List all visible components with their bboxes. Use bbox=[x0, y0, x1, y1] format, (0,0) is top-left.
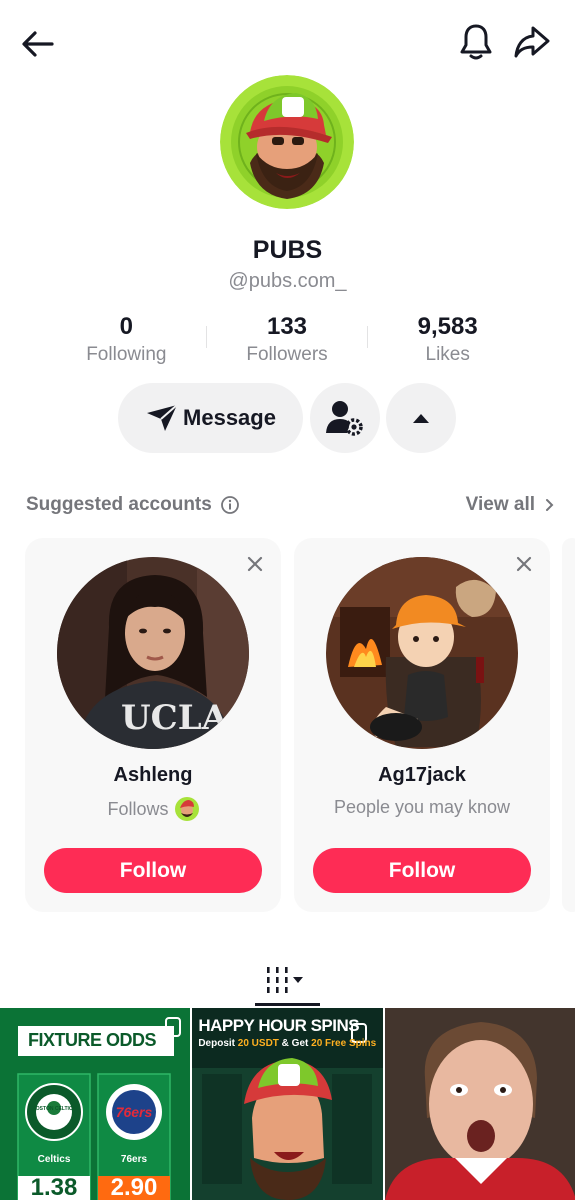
stat-following-value: 0 bbox=[119, 313, 134, 340]
sub-mid: & Get bbox=[278, 1038, 312, 1049]
back-button[interactable] bbox=[16, 22, 60, 66]
suggested-account-avatar[interactable]: UCLA bbox=[57, 557, 249, 749]
video-subline: Deposit 20 USDT & Get 20 Free Spins bbox=[198, 1038, 382, 1049]
team-a-odds: 1.38 bbox=[30, 1174, 78, 1200]
team-b-logo-text: 76ers bbox=[115, 1104, 153, 1120]
profile-display-name: PUBS bbox=[252, 236, 323, 264]
suggested-account-reason: People you may know bbox=[333, 797, 511, 817]
svg-text:UCLA: UCLA bbox=[121, 698, 229, 738]
team-a-name: Celtics bbox=[37, 1154, 71, 1165]
view-all-link[interactable]: View all bbox=[466, 494, 554, 516]
video-headline: HAPPY HOUR SPINS bbox=[198, 1016, 360, 1035]
follow-button[interactable]: Follow bbox=[313, 848, 531, 893]
share-button[interactable] bbox=[510, 20, 554, 64]
suggested-accounts-header: Suggested accounts View all bbox=[26, 494, 554, 520]
profile-stats: 0 Following 133 Followers 9,583 Likes bbox=[46, 312, 528, 372]
suggested-account-name[interactable]: Ashleng bbox=[25, 764, 281, 787]
profile-handle: @pubs.com_ bbox=[228, 270, 347, 292]
video-thumbnail-image bbox=[192, 1008, 383, 1200]
stat-likes-label: Likes bbox=[425, 344, 470, 365]
video-headline: FIXTURE ODDS bbox=[27, 1030, 157, 1050]
suggested-account-card[interactable]: UCLA Ashleng Follows Follow bbox=[25, 538, 281, 912]
top-bar bbox=[0, 0, 575, 86]
message-button[interactable]: Message bbox=[118, 383, 303, 453]
send-icon bbox=[147, 404, 178, 431]
tab-videos-grid[interactable] bbox=[255, 958, 320, 1004]
view-all-label: View all bbox=[465, 494, 535, 515]
arrow-left-icon bbox=[22, 31, 54, 57]
stat-divider bbox=[367, 326, 368, 348]
more-options-button[interactable] bbox=[386, 383, 456, 453]
pubs-logo-image bbox=[220, 75, 354, 209]
suggested-account-subtitle: Follows bbox=[25, 797, 281, 821]
suggested-account-name[interactable]: Ag17jack bbox=[294, 764, 550, 787]
suggested-account-card[interactable]: Ag17jack People you may know Follow bbox=[294, 538, 550, 912]
video-thumbnail[interactable]: HAPPY HOUR SPINS Deposit 20 USDT & Get 2… bbox=[192, 1008, 383, 1200]
stat-followers-value: 133 bbox=[266, 313, 308, 340]
stat-following[interactable]: 0 Following bbox=[46, 312, 207, 372]
sub-spins: 20 Free Spins bbox=[311, 1038, 377, 1049]
team-a-logo-text: BOSTON CELTICS bbox=[32, 1106, 76, 1112]
bell-icon bbox=[460, 24, 492, 60]
grid-icon bbox=[266, 967, 303, 993]
content-tab-bar bbox=[0, 958, 575, 1008]
chevron-right-icon bbox=[546, 499, 554, 511]
profile-avatar[interactable] bbox=[220, 75, 354, 209]
stat-likes[interactable]: 9,583 Likes bbox=[367, 312, 528, 372]
suggested-account-avatar[interactable] bbox=[326, 557, 518, 749]
add-friend-button[interactable] bbox=[310, 383, 380, 453]
active-tab-indicator bbox=[255, 1003, 320, 1006]
sub-prefix: Deposit bbox=[198, 1038, 238, 1049]
sub-amount: 20 USDT bbox=[237, 1038, 279, 1049]
info-icon[interactable] bbox=[220, 495, 240, 515]
stat-followers[interactable]: 133 Followers bbox=[207, 312, 368, 372]
mutual-follower-avatar bbox=[174, 797, 199, 821]
user-gear-icon bbox=[326, 401, 363, 436]
video-thumbnail-image bbox=[384, 1008, 575, 1200]
suggested-account-subtitle: People you may know bbox=[294, 797, 550, 818]
stat-divider bbox=[206, 326, 207, 348]
video-thumbnail[interactable] bbox=[384, 1008, 575, 1200]
avatar-photo: UCLA bbox=[57, 557, 249, 749]
share-arrow-icon bbox=[514, 26, 550, 58]
caret-up-icon bbox=[413, 414, 429, 423]
suggested-accounts-title: Suggested accounts bbox=[26, 494, 240, 516]
team-b-odds: 2.90 bbox=[110, 1174, 158, 1200]
team-b-name: 76ers bbox=[120, 1154, 148, 1165]
suggested-account-card-partial[interactable] bbox=[562, 538, 575, 912]
video-thumbnail[interactable]: FIXTURE ODDS BOSTON CELTICS 76ers Celtic… bbox=[0, 1008, 191, 1200]
close-icon[interactable] bbox=[245, 554, 265, 574]
video-grid: FIXTURE ODDS BOSTON CELTICS 76ers Celtic… bbox=[0, 1008, 575, 1200]
suggested-accounts-label: Suggested accounts bbox=[26, 494, 212, 515]
notifications-button[interactable] bbox=[454, 20, 498, 64]
close-icon[interactable] bbox=[514, 554, 534, 574]
suggested-account-reason: Follows bbox=[107, 798, 169, 819]
avatar-photo bbox=[326, 557, 518, 749]
follow-button[interactable]: Follow bbox=[44, 848, 262, 893]
stat-following-label: Following bbox=[86, 344, 167, 365]
stat-likes-value: 9,583 bbox=[417, 313, 478, 340]
stat-followers-label: Followers bbox=[246, 344, 328, 365]
message-button-label: Message bbox=[183, 405, 276, 430]
